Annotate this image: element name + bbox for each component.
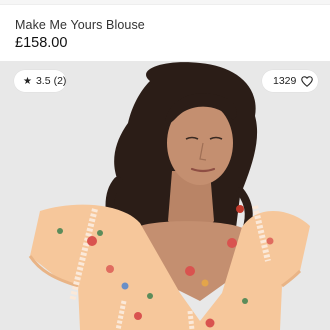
save-favorite-button[interactable]: 1329 (262, 70, 318, 92)
rating-value: 3.5 (35, 75, 51, 87)
star-icon: ★ (23, 75, 32, 87)
product-title: Make Me Yours Blouse (15, 18, 145, 32)
product-image[interactable]: ★ 3.5 (2) 1329 (0, 61, 330, 330)
product-header: Make Me Yours Blouse £158.00 (0, 5, 330, 61)
rating-badge[interactable]: ★ 3.5 (2) (14, 70, 66, 92)
product-price: £158.00 (15, 35, 68, 51)
saves-count: 1329 (273, 75, 297, 87)
rating-count: (2) (53, 75, 67, 87)
model-photo (0, 61, 330, 330)
heart-icon (301, 75, 314, 87)
